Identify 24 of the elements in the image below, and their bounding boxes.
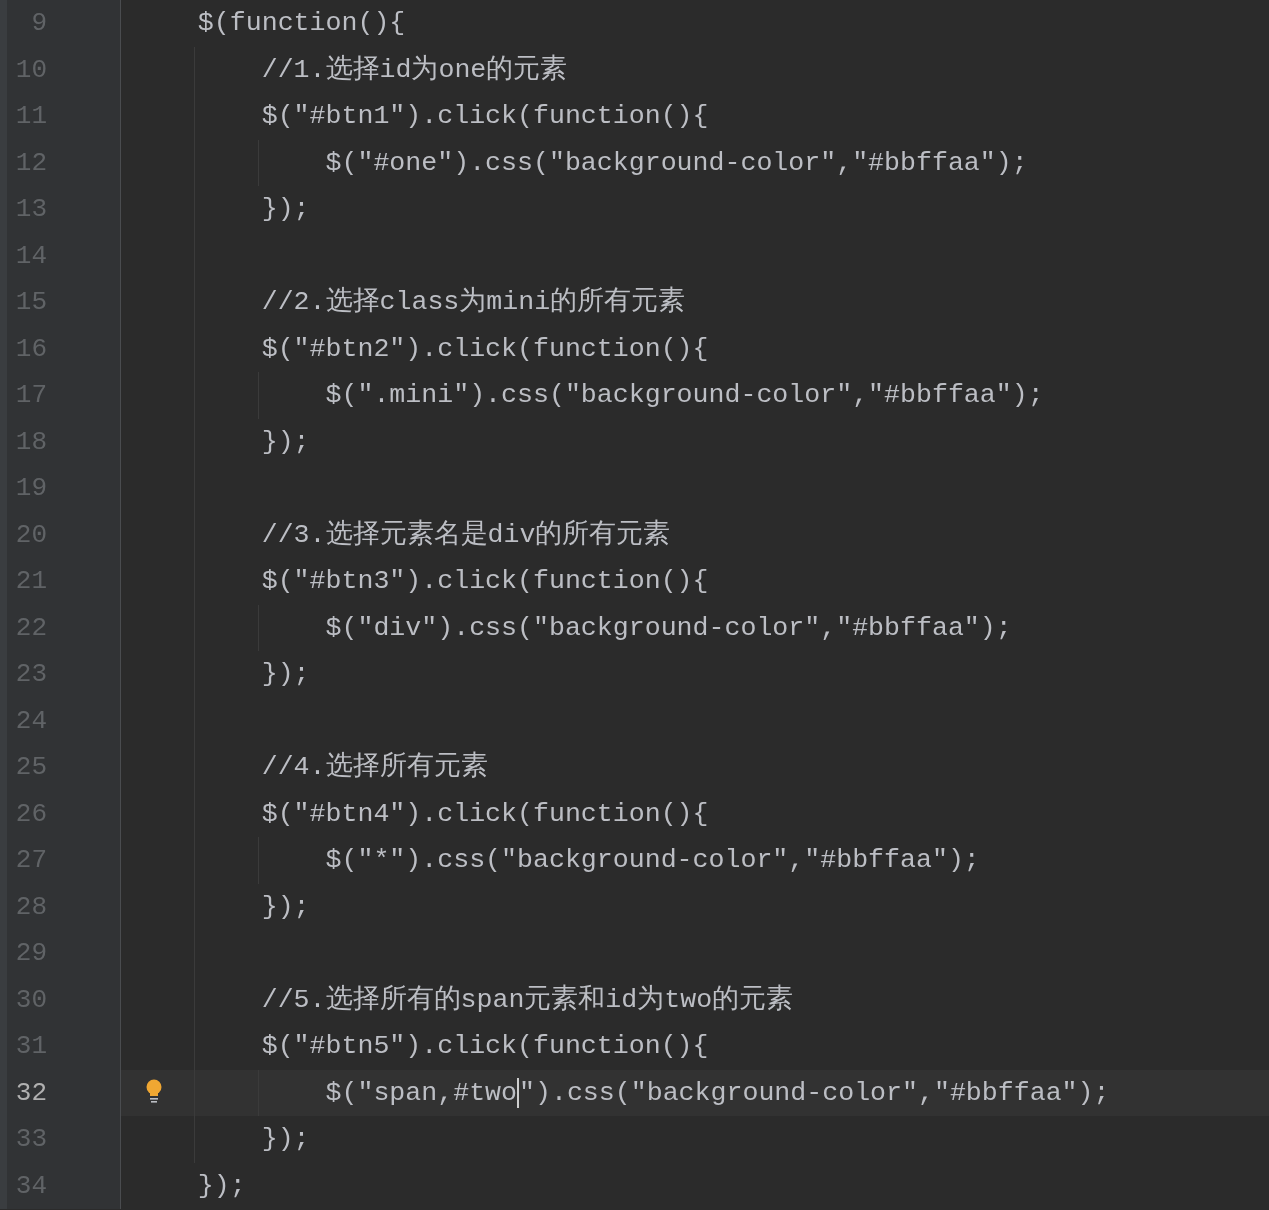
code-line: }); (260, 1123, 310, 1156)
code-line: $("#btn5").click(function(){ (260, 1030, 709, 1063)
code-line: }); (260, 890, 310, 924)
code-line: $("*").css("background-color","#bbffaa"); (324, 844, 980, 877)
code-line: //1.选择id为one的元素 (260, 53, 568, 87)
code-line: }); (260, 658, 310, 691)
lightbulb-icon[interactable] (145, 1078, 163, 1105)
code-line: $("#one").css("background-color","#bbffaa"); (324, 146, 1028, 180)
code-line: $(function(){ (196, 7, 406, 40)
code-line: //4.选择所有元素 (260, 750, 488, 784)
code-line: //3.选择元素名是div的所有元素 (260, 518, 671, 552)
code-line: }); (260, 193, 310, 226)
code-line: $("#btn2").click(function(){ (260, 332, 709, 366)
code-line: //5.选择所有的span元素和id为two的元素 (260, 983, 794, 1017)
code-line: }); (260, 425, 310, 459)
line-number: 32 (15, 1076, 47, 1110)
code-line: $("#btn1").click(function(){ (260, 100, 709, 133)
code-line: }); (196, 1169, 246, 1203)
code-line: $("div").css("background-color","#bbffaa"); (324, 611, 1012, 645)
code-line: //2.选择class为mini的所有元素 (260, 285, 686, 319)
code-line: $("#btn4").click(function(){ (260, 797, 709, 831)
code-line: $(".mini").css("background-color","#bbffaa"); (324, 379, 1044, 412)
code-line: $("span,#two").css("background-color","#bbffaa"); (324, 1076, 1110, 1110)
code-line: $("#btn3").click(function(){ (260, 565, 709, 598)
